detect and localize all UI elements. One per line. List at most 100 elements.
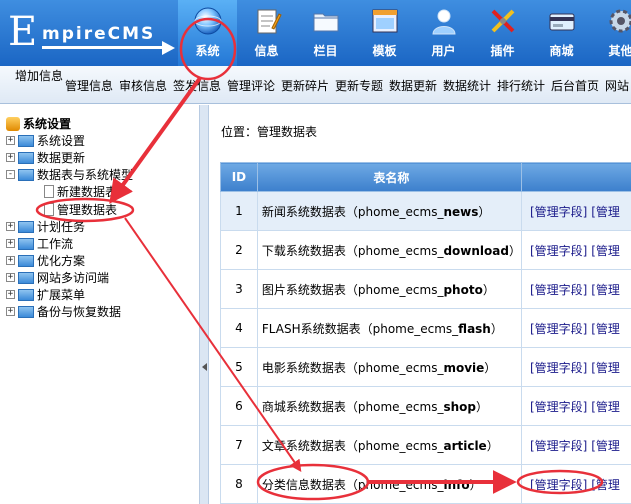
manage-link[interactable]: [管理 (591, 244, 620, 258)
tree-child-item[interactable]: 新建数据表 (44, 183, 117, 200)
paren-open: （ (360, 321, 373, 336)
document-icon (44, 185, 54, 198)
header-name: 表名称 (256, 162, 523, 192)
subnav-item[interactable]: 数据统计 (443, 77, 491, 94)
paren-open: （ (345, 243, 358, 258)
breadcrumb-current[interactable]: 管理数据表 (257, 125, 317, 139)
manage-fields-link[interactable]: [管理字段] (530, 205, 587, 219)
cell-actions: [管理字段] [管理 (521, 230, 631, 270)
table-row: 2 下载系统数据表（phome_ecms_download） [管理字段] [管理 (220, 230, 631, 270)
tree-item[interactable]: + 优化方案 (6, 252, 85, 269)
subnav-add-info[interactable]: 增加信息 (15, 69, 63, 84)
table-label: FLASH系统数据表 (261, 321, 361, 336)
folder-icon (18, 305, 34, 318)
tree-item[interactable]: - 数据表与系统模型 (6, 166, 133, 183)
manage-link[interactable]: [管理 (591, 283, 620, 297)
manage-fields-link[interactable]: [管理字段] (530, 283, 587, 297)
subnav-item[interactable]: 数据更新 (389, 77, 437, 94)
manage-link[interactable]: [管理 (591, 361, 620, 375)
tree-item[interactable]: + 备份与恢复数据 (6, 303, 121, 320)
tree-root-label: 系统设置 (23, 117, 72, 131)
topnav-column[interactable]: 栏目 (296, 0, 355, 66)
expand-icon[interactable]: + (6, 222, 15, 231)
expand-icon[interactable]: + (6, 256, 15, 265)
tree-item[interactable]: + 系统设置 (6, 132, 85, 149)
subnav-item[interactable]: 网站 (605, 77, 629, 94)
table-prefix: phome_ecms_ (357, 243, 444, 258)
topnav-shop[interactable]: 商城 (532, 0, 591, 66)
manage-link[interactable]: [管理 (591, 322, 620, 336)
tree-child-item-selected[interactable]: 管理数据表 (44, 201, 117, 218)
tree-item[interactable]: + 数据更新 (6, 149, 85, 166)
topnav-template[interactable]: 模板 (355, 0, 414, 66)
expand-icon[interactable]: + (6, 136, 15, 145)
folder-icon (18, 288, 34, 301)
tree-item-label: 数据更新 (37, 151, 86, 165)
expand-icon[interactable]: + (6, 273, 15, 282)
table-prefix: phome_ecms_ (372, 321, 459, 336)
topnav-label: 用户 (431, 44, 456, 58)
user-icon (432, 9, 456, 35)
topnav-system[interactable]: 系统 (178, 0, 237, 66)
expand-icon[interactable]: + (6, 239, 15, 248)
tree-item[interactable]: + 计划任务 (6, 218, 85, 235)
cell-actions: [管理字段] [管理 (521, 386, 631, 426)
cell-id: 5 (220, 347, 258, 387)
notepad-icon (257, 9, 282, 34)
table-label: 新闻系统数据表 (261, 204, 346, 219)
manage-fields-link[interactable]: [管理字段] (530, 361, 587, 375)
tree-item-label: 计划任务 (37, 220, 86, 234)
expand-icon[interactable]: + (6, 153, 15, 162)
cell-id: 2 (220, 230, 258, 270)
tree-root[interactable]: 系统设置 (6, 115, 71, 132)
logo-arrow-icon (162, 41, 175, 55)
subnav-item[interactable]: 管理信息 (65, 77, 113, 94)
tree-item-label: 新建数据表 (57, 185, 118, 199)
tree-item[interactable]: + 扩展菜单 (6, 286, 85, 303)
expand-icon[interactable]: + (6, 307, 15, 316)
topnav-plugin[interactable]: 插件 (473, 0, 532, 66)
top-nav: 系统 信息 栏目 模板 用户 插件 商城 其他 (178, 0, 631, 66)
tree-item[interactable]: + 网站多访问端 (6, 269, 109, 286)
empirecms-logo: E mpireCMS (4, 6, 176, 60)
manage-fields-link[interactable]: [管理字段] (530, 439, 587, 453)
cell-table-name: 商城系统数据表（phome_ecms_shop） (256, 386, 523, 426)
topnav-user[interactable]: 用户 (414, 0, 473, 66)
subnav-item[interactable]: 更新碎片 (281, 77, 329, 94)
collapse-arrow-icon[interactable] (202, 363, 207, 371)
cell-table-name: FLASH系统数据表（phome_ecms_flash） (256, 308, 523, 348)
paren-close: ） (476, 399, 489, 414)
topnav-label: 系统 (195, 44, 220, 58)
header-actions (521, 162, 631, 192)
manage-link[interactable]: [管理 (591, 400, 620, 414)
collapse-icon[interactable]: - (6, 170, 15, 179)
topnav-other[interactable]: 其他 (591, 0, 631, 66)
subnav-item[interactable]: 更新专题 (335, 77, 383, 94)
table-label: 分类信息数据表 (261, 477, 346, 492)
manage-fields-link[interactable]: [管理字段] (530, 322, 587, 336)
subnav-item[interactable]: 后台首页 (551, 77, 599, 94)
subnav-item[interactable]: 审核信息 (119, 77, 167, 94)
sub-nav: 增加信息 管理信息 审核信息 签发信息 管理评论 更新碎片 更新专题 数据更新 … (0, 66, 631, 104)
manage-fields-link[interactable]: [管理字段] (530, 478, 587, 492)
table-prefix: phome_ecms_ (357, 360, 444, 375)
paren-close: ） (484, 360, 497, 375)
globe-icon (194, 7, 222, 35)
subnav-item[interactable]: 签发信息 (173, 77, 221, 94)
cell-actions: [管理字段] [管理 (521, 464, 631, 504)
subnav-item[interactable]: 管理评论 (227, 77, 275, 94)
topnav-info[interactable]: 信息 (237, 0, 296, 66)
tree-item[interactable]: + 工作流 (6, 235, 73, 252)
panel-splitter[interactable] (199, 105, 209, 504)
table-suffix: shop (443, 399, 476, 414)
topnav-label: 模板 (372, 44, 397, 58)
subnav-item[interactable]: 排行统计 (497, 77, 545, 94)
topnav-label: 商城 (549, 44, 574, 58)
manage-fields-link[interactable]: [管理字段] (530, 400, 587, 414)
manage-link[interactable]: [管理 (591, 478, 620, 492)
manage-fields-link[interactable]: [管理字段] (530, 244, 587, 258)
paren-open: （ (345, 477, 358, 492)
manage-link[interactable]: [管理 (591, 439, 620, 453)
manage-link[interactable]: [管理 (591, 205, 620, 219)
expand-icon[interactable]: + (6, 290, 15, 299)
